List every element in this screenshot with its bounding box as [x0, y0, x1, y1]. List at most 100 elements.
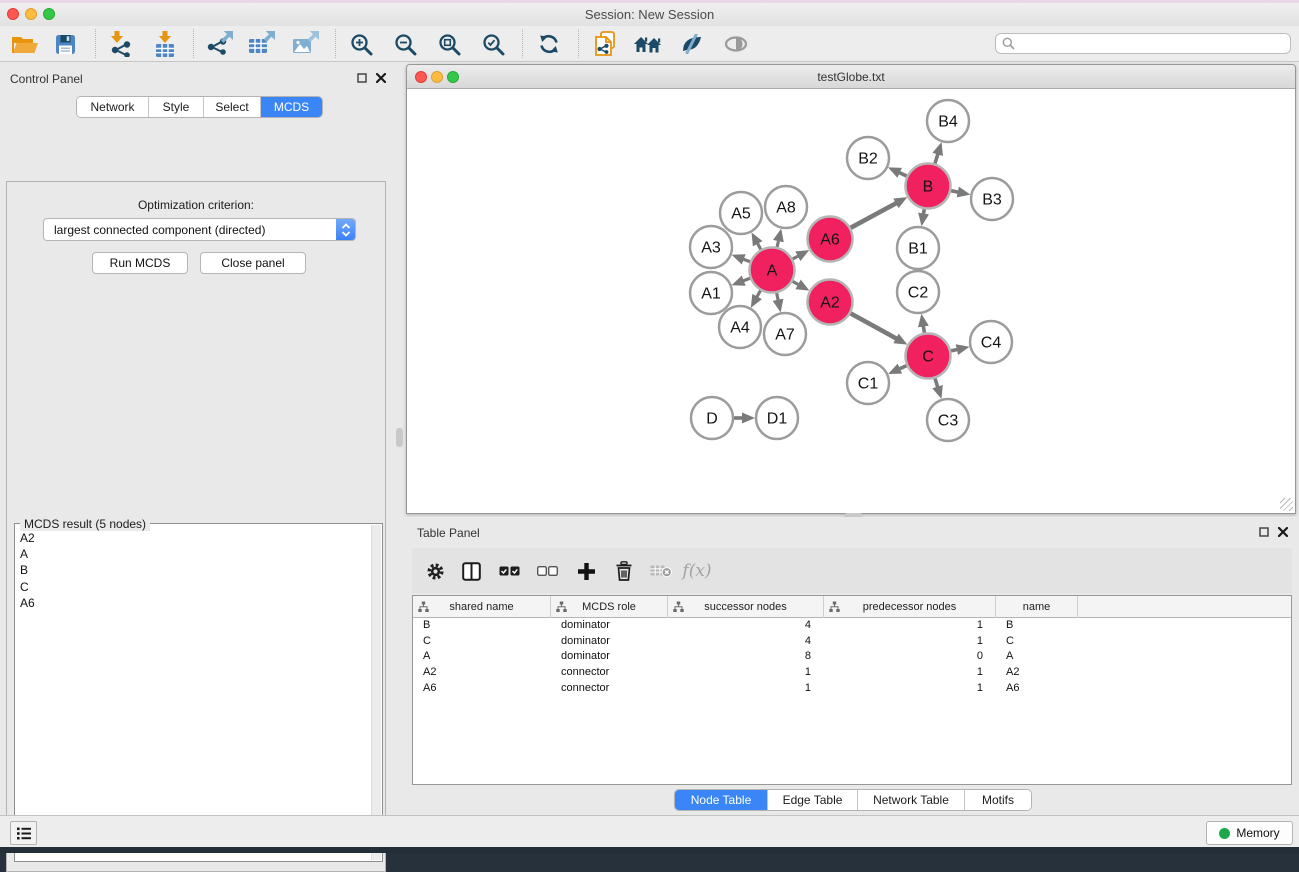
graph-node-C2[interactable]: C2 — [897, 271, 939, 313]
table-cell[interactable]: 1 — [824, 618, 996, 634]
result-item[interactable]: C — [16, 579, 368, 595]
result-item[interactable]: A2 — [16, 530, 368, 546]
graph-node-A5[interactable]: A5 — [720, 192, 762, 234]
zoom-fit-button[interactable] — [432, 29, 466, 59]
tab-node-table[interactable]: Node Table — [675, 790, 768, 810]
table-cell[interactable]: A6 — [996, 681, 1078, 697]
table-cell[interactable]: A2 — [413, 665, 551, 681]
tab-network-table[interactable]: Network Table — [858, 790, 965, 810]
open-file-button[interactable] — [8, 29, 42, 59]
result-item[interactable]: A6 — [16, 595, 368, 611]
tab-network[interactable]: Network — [77, 97, 149, 117]
table-cell[interactable]: connector — [551, 665, 668, 681]
graph-node-A1[interactable]: A1 — [690, 272, 732, 314]
graph-node-A[interactable]: A — [750, 248, 795, 293]
table-cell[interactable]: 1 — [824, 665, 996, 681]
new-network-from-selection-button[interactable] — [589, 29, 623, 59]
graph-edge-B-B1[interactable] — [923, 209, 924, 214]
network-graph-canvas[interactable]: B4B2BB3A8A5A6B1A3AA1C2A2A4A7C4CC1C3DD1 — [407, 89, 1295, 517]
graph-node-B[interactable]: B — [906, 164, 951, 209]
graph-edge-A2-C[interactable] — [851, 313, 897, 339]
column-header-shared-name[interactable]: shared name — [413, 596, 551, 618]
import-table-button[interactable] — [148, 29, 182, 59]
network-window-titlebar[interactable]: testGlobe.txt — [407, 65, 1295, 89]
show-graphics-details-button[interactable] — [675, 29, 709, 59]
maximize-window-button[interactable] — [43, 8, 55, 20]
table-cell[interactable]: A2 — [996, 665, 1078, 681]
column-header-predecessor-nodes[interactable]: predecessor nodes — [824, 596, 996, 618]
table-cell[interactable]: A — [996, 649, 1078, 665]
first-neighbors-button[interactable] — [631, 29, 665, 59]
table-cell[interactable]: 1 — [668, 665, 824, 681]
table-cell[interactable]: 1 — [668, 681, 824, 697]
hide-graphics-details-button[interactable] — [719, 29, 753, 59]
zoom-selected-button[interactable] — [476, 29, 510, 59]
delete-table-button[interactable] — [646, 559, 676, 583]
graph-node-A4[interactable]: A4 — [719, 306, 761, 348]
table-cell[interactable]: 0 — [824, 649, 996, 665]
graph-node-A6[interactable]: A6 — [808, 217, 853, 262]
table-row[interactable]: Adominator80A — [413, 649, 1291, 665]
show-columns-button[interactable] — [456, 559, 486, 583]
refresh-button[interactable] — [532, 29, 566, 59]
search-input[interactable] — [1019, 37, 1290, 51]
table-cell[interactable]: A6 — [413, 681, 551, 697]
export-table-button[interactable] — [245, 29, 279, 59]
save-session-button[interactable] — [48, 29, 82, 59]
graph-node-C3[interactable]: C3 — [927, 399, 969, 441]
export-network-button[interactable] — [203, 29, 237, 59]
table-cell[interactable]: 4 — [668, 634, 824, 650]
zoom-out-button[interactable] — [388, 29, 422, 59]
table-float-panel-button[interactable] — [1258, 526, 1270, 538]
result-item[interactable]: B — [16, 562, 368, 578]
table-options-button[interactable] — [420, 559, 450, 583]
table-cell[interactable]: 1 — [824, 681, 996, 697]
close-window-button[interactable] — [7, 8, 19, 20]
table-row[interactable]: A6connector11A6 — [413, 681, 1291, 697]
table-cell[interactable]: B — [413, 618, 551, 634]
add-row-button[interactable] — [571, 559, 601, 583]
table-close-panel-button[interactable] — [1277, 526, 1289, 538]
close-panel-action-button[interactable]: Close panel — [200, 252, 306, 274]
float-panel-button[interactable] — [356, 72, 368, 84]
tab-style[interactable]: Style — [149, 97, 204, 117]
graph-node-A7[interactable]: A7 — [764, 313, 806, 355]
select-all-columns-button[interactable] — [494, 559, 524, 583]
vertical-splitter-handle[interactable] — [396, 428, 403, 447]
result-list-scrollbar[interactable] — [371, 525, 381, 860]
graph-edge-A-A7[interactable] — [777, 293, 779, 301]
graph-node-C4[interactable]: C4 — [970, 321, 1012, 363]
graph-node-B1[interactable]: B1 — [897, 227, 939, 269]
graph-edge-B-B4[interactable] — [935, 153, 938, 163]
tab-edge-table[interactable]: Edge Table — [768, 790, 858, 810]
search-field[interactable] — [995, 33, 1291, 54]
graph-node-A2[interactable]: A2 — [808, 280, 853, 325]
graph-node-C[interactable]: C — [906, 334, 951, 379]
table-cell[interactable]: 8 — [668, 649, 824, 665]
graph-node-B2[interactable]: B2 — [847, 137, 889, 179]
graph-edge-A6-B[interactable] — [851, 203, 897, 228]
graph-node-A3[interactable]: A3 — [690, 226, 732, 268]
table-cell[interactable]: C — [996, 634, 1078, 650]
column-header-MCDS-role[interactable]: MCDS role — [551, 596, 668, 618]
table-cell[interactable]: dominator — [551, 618, 668, 634]
column-header-name[interactable]: name — [996, 596, 1078, 618]
graph-node-B3[interactable]: B3 — [971, 178, 1013, 220]
graph-edge-C-C3[interactable] — [935, 378, 938, 387]
table-cell[interactable]: 1 — [824, 634, 996, 650]
function-builder-button[interactable]: f(x) — [682, 559, 712, 583]
export-image-button[interactable] — [289, 29, 323, 59]
close-panel-button[interactable] — [375, 72, 387, 84]
table-cell[interactable]: connector — [551, 681, 668, 697]
graph-edge-A-A4[interactable] — [757, 290, 761, 297]
graph-edge-B-B2[interactable] — [899, 172, 907, 176]
network-minimize-button[interactable] — [431, 71, 443, 83]
tab-select[interactable]: Select — [204, 97, 261, 117]
result-item[interactable]: A — [16, 546, 368, 562]
table-cell[interactable]: A — [413, 649, 551, 665]
zoom-in-button[interactable] — [344, 29, 378, 59]
graph-edge-C-C1[interactable] — [899, 366, 907, 369]
table-cell[interactable]: dominator — [551, 634, 668, 650]
graph-node-D[interactable]: D — [691, 397, 733, 439]
graph-node-A8[interactable]: A8 — [765, 186, 807, 228]
